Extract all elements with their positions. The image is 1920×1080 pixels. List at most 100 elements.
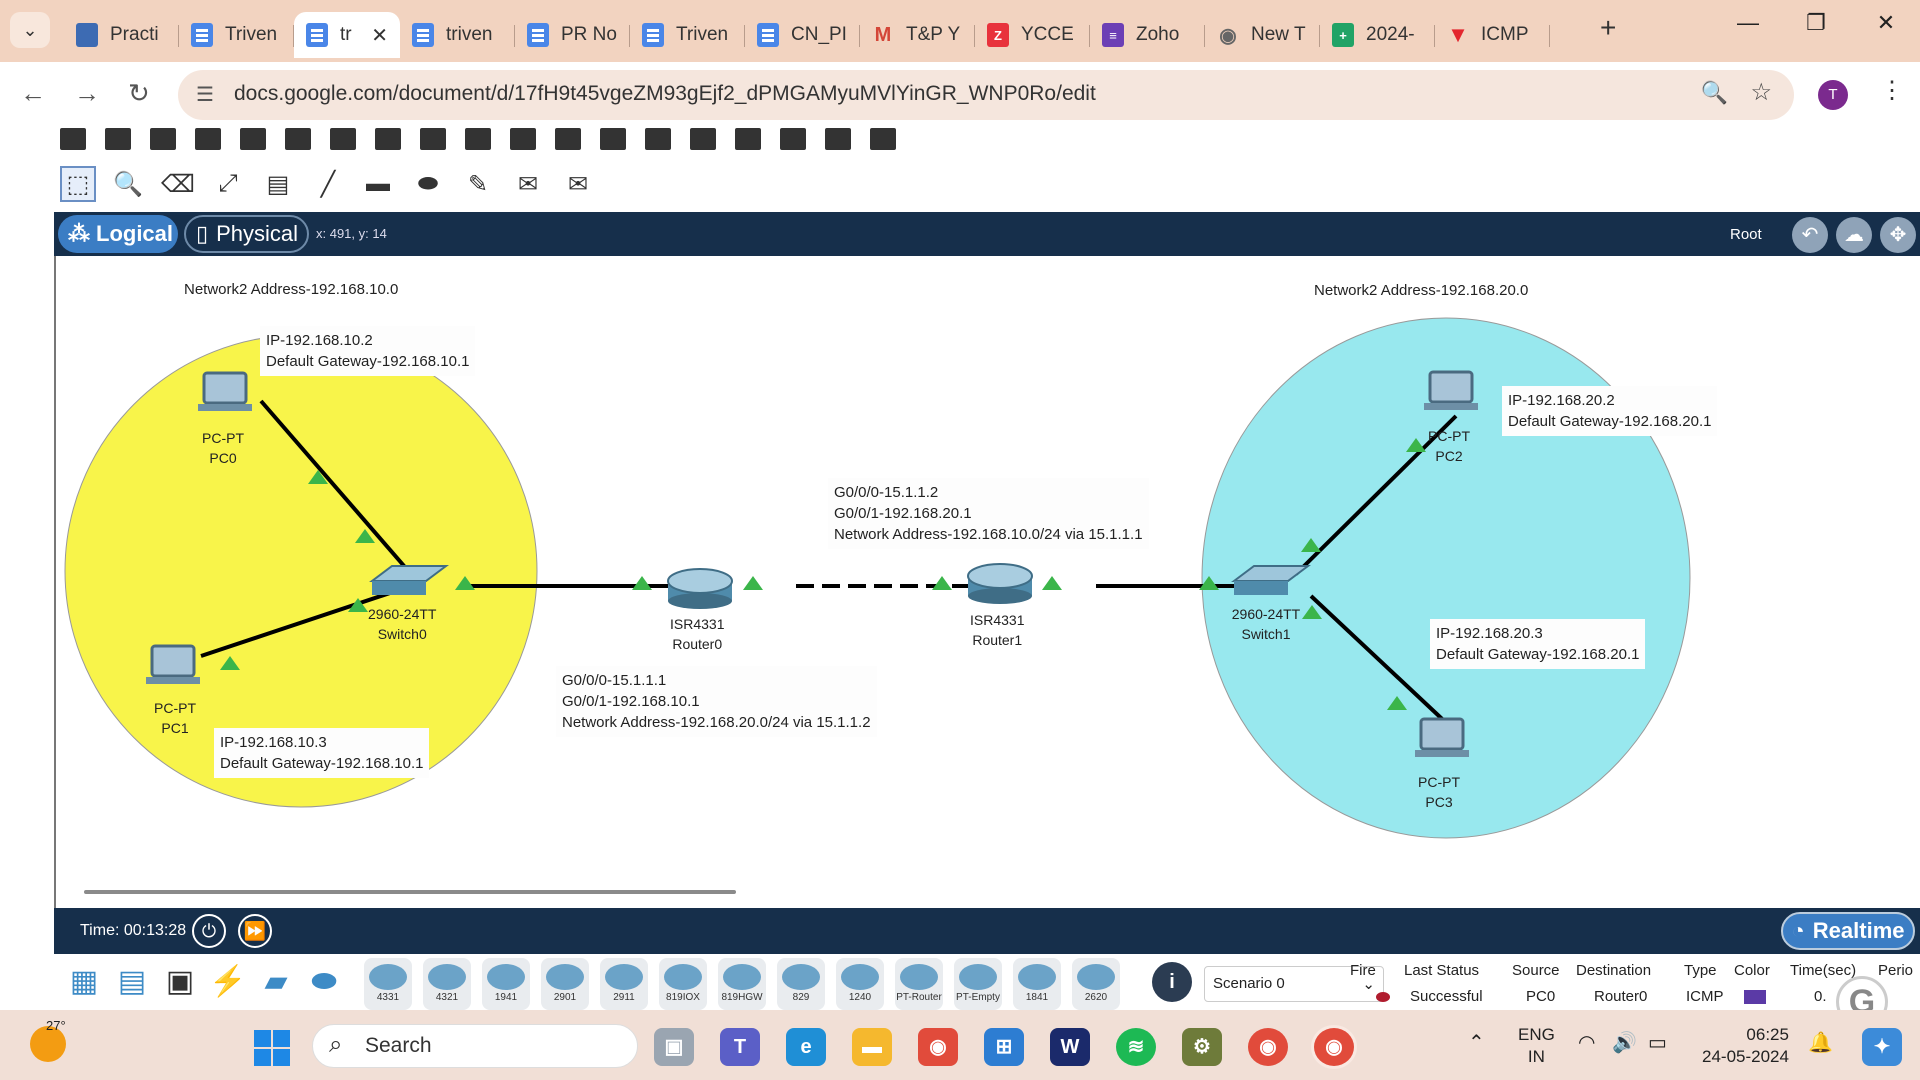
close-tab-icon[interactable]: ✕ xyxy=(371,23,388,48)
move-icon[interactable]: ✥ xyxy=(1880,217,1916,253)
device-model-item[interactable]: PT-Empty xyxy=(954,958,1002,1010)
toolbar-icon[interactable] xyxy=(645,128,671,150)
file-explorer-icon[interactable]: ▬ xyxy=(852,1028,892,1066)
minimize-icon[interactable]: — xyxy=(1728,10,1768,36)
new-tab-icon[interactable]: + xyxy=(1600,12,1616,44)
freeform-icon[interactable]: ✎ xyxy=(460,166,496,202)
browser-tab[interactable]: Practi xyxy=(64,12,179,58)
note-icon[interactable]: ▤ xyxy=(260,166,296,202)
zoom-icon[interactable]: 🔍 xyxy=(1701,80,1728,106)
device-model-item[interactable]: 1941 xyxy=(482,958,530,1010)
delete-icon[interactable]: ⌫ xyxy=(160,166,196,202)
device-model-item[interactable]: 1841 xyxy=(1013,958,1061,1010)
topology-canvas[interactable]: Network2 Address-192.168.10.0 Network2 A… xyxy=(54,256,1920,908)
resize-icon[interactable]: ⤢ xyxy=(210,166,246,202)
bookmark-star-icon[interactable]: ☆ xyxy=(1750,78,1772,107)
browser-tab[interactable]: PR No xyxy=(515,12,630,58)
toolbar-icon[interactable] xyxy=(870,128,896,150)
edge-icon[interactable]: e xyxy=(786,1028,826,1066)
note-router1[interactable]: G0/0/0-15.1.1.2 G0/0/1-192.168.20.1 Networ… xyxy=(828,478,1149,549)
browser-tab[interactable]: M T&P Y xyxy=(860,12,975,58)
network-devices-category-icon[interactable]: ▦ xyxy=(62,962,106,1002)
connections-category-icon[interactable]: ⚡ xyxy=(206,962,250,1002)
battery-icon[interactable]: ▭ xyxy=(1648,1030,1667,1055)
physical-view-button[interactable]: ▯ Physical xyxy=(184,215,309,253)
browser-tab[interactable]: Triven xyxy=(179,12,294,58)
components-category-icon[interactable]: ▣ xyxy=(158,962,202,1002)
toolbar-icon[interactable] xyxy=(195,128,221,150)
store-icon[interactable]: ⊞ xyxy=(984,1028,1024,1066)
pc3-icon[interactable] xyxy=(1415,717,1469,757)
toolbar-icon[interactable] xyxy=(555,128,581,150)
device-model-item[interactable]: PT-Router xyxy=(895,958,943,1010)
device-model-item[interactable]: 2620 xyxy=(1072,958,1120,1010)
toolbar-icon[interactable] xyxy=(690,128,716,150)
complex-pdu-icon[interactable]: ✉ xyxy=(560,166,596,202)
volume-icon[interactable]: 🔊 xyxy=(1612,1030,1637,1055)
pdu-fire-light[interactable] xyxy=(1376,992,1390,1002)
rectangle-icon[interactable]: ▬ xyxy=(360,166,396,202)
device-model-item[interactable]: 2901 xyxy=(541,958,589,1010)
chrome-profile-icon[interactable]: ◉ xyxy=(1248,1028,1288,1066)
address-bar[interactable]: ☰ docs.google.com/document/d/17fH9t45vge… xyxy=(178,70,1794,120)
note-pc1[interactable]: IP-192.168.10.3 Default Gateway-192.168.1… xyxy=(214,728,430,778)
multiuser-category-icon[interactable]: ⬬ xyxy=(302,962,346,1002)
browser-tab[interactable]: Triven xyxy=(630,12,745,58)
line-icon[interactable]: ╱ xyxy=(310,166,346,202)
select-icon[interactable]: ⬚ xyxy=(60,166,96,202)
forward-icon[interactable]: → xyxy=(74,78,100,109)
browser-tab[interactable]: Z YCCE xyxy=(975,12,1090,58)
device-model-item[interactable]: 1240 xyxy=(836,958,884,1010)
tray-chevron-icon[interactable]: ⌃ xyxy=(1468,1030,1485,1055)
toolbar-icon[interactable] xyxy=(825,128,851,150)
reload-icon[interactable]: ↻ xyxy=(128,78,150,109)
windows-start-icon[interactable] xyxy=(254,1030,290,1066)
restore-icon[interactable]: ❐ xyxy=(1796,10,1836,36)
info-icon[interactable]: i xyxy=(1152,962,1192,1002)
browser-tab[interactable]: ◉ New T xyxy=(1205,12,1320,58)
pc1-icon[interactable] xyxy=(146,644,200,684)
toolbar-icon[interactable] xyxy=(105,128,131,150)
toolbar-icon[interactable] xyxy=(150,128,176,150)
browser-tab-active[interactable]: tr ✕ xyxy=(294,12,400,58)
pc0-icon[interactable] xyxy=(198,371,252,411)
logical-view-button[interactable]: ⁂ Logical xyxy=(58,215,178,253)
task-view-icon[interactable]: ▣ xyxy=(654,1028,694,1066)
copilot-icon[interactable]: ✦ xyxy=(1862,1028,1902,1066)
realtime-mode-button[interactable]: ◔ Realtime xyxy=(1781,912,1915,950)
toolbar-icon[interactable] xyxy=(735,128,761,150)
device-model-item[interactable]: 4331 xyxy=(364,958,412,1010)
chrome-menu-icon[interactable]: ⋮ xyxy=(1880,76,1904,105)
router0-icon[interactable] xyxy=(667,568,733,609)
chrome-taskbar-icon[interactable]: ◉ xyxy=(918,1028,958,1066)
device-model-item[interactable]: 4321 xyxy=(423,958,471,1010)
toolbar-icon[interactable] xyxy=(780,128,806,150)
browser-tab[interactable]: +2024- xyxy=(1320,12,1435,58)
site-info-icon[interactable]: ☰ xyxy=(196,82,214,107)
app-w-icon[interactable]: W xyxy=(1050,1028,1090,1066)
language-indicator[interactable]: ENG IN xyxy=(1518,1024,1555,1068)
power-cycle-icon[interactable]: ⏻ xyxy=(192,914,226,948)
profile-avatar[interactable]: T xyxy=(1818,80,1848,110)
spotify-icon[interactable]: ≋ xyxy=(1116,1028,1156,1066)
simple-pdu-icon[interactable]: ✉ xyxy=(510,166,546,202)
taskbar-search[interactable]: ⌕ Search xyxy=(312,1024,638,1068)
toolbar-icon[interactable] xyxy=(600,128,626,150)
toolbar-icon[interactable] xyxy=(420,128,446,150)
toolbar-icon[interactable] xyxy=(60,128,86,150)
ellipse-icon[interactable]: ⬬ xyxy=(410,166,446,202)
url-text[interactable]: docs.google.com/document/d/17fH9t45vgeZM… xyxy=(234,82,1096,106)
cloud-icon[interactable]: ☁ xyxy=(1836,217,1872,253)
note-pc3[interactable]: IP-192.168.20.3 Default Gateway-192.168.2… xyxy=(1430,619,1646,669)
teams-icon[interactable]: T xyxy=(720,1028,760,1066)
horizontal-scrollbar[interactable] xyxy=(84,890,736,894)
back-icon[interactable]: ← xyxy=(20,78,46,109)
notification-icon[interactable]: 🔔 xyxy=(1808,1030,1833,1055)
toolbar-icon[interactable] xyxy=(285,128,311,150)
close-window-icon[interactable]: ✕ xyxy=(1866,10,1906,36)
toolbar-icon[interactable] xyxy=(240,128,266,150)
browser-tab[interactable]: ▼ ICMP xyxy=(1435,12,1550,58)
fast-forward-icon[interactable]: ⏩ xyxy=(238,914,272,948)
browser-tab[interactable]: CN_PI xyxy=(745,12,860,58)
end-devices-category-icon[interactable]: ▤ xyxy=(110,962,154,1002)
